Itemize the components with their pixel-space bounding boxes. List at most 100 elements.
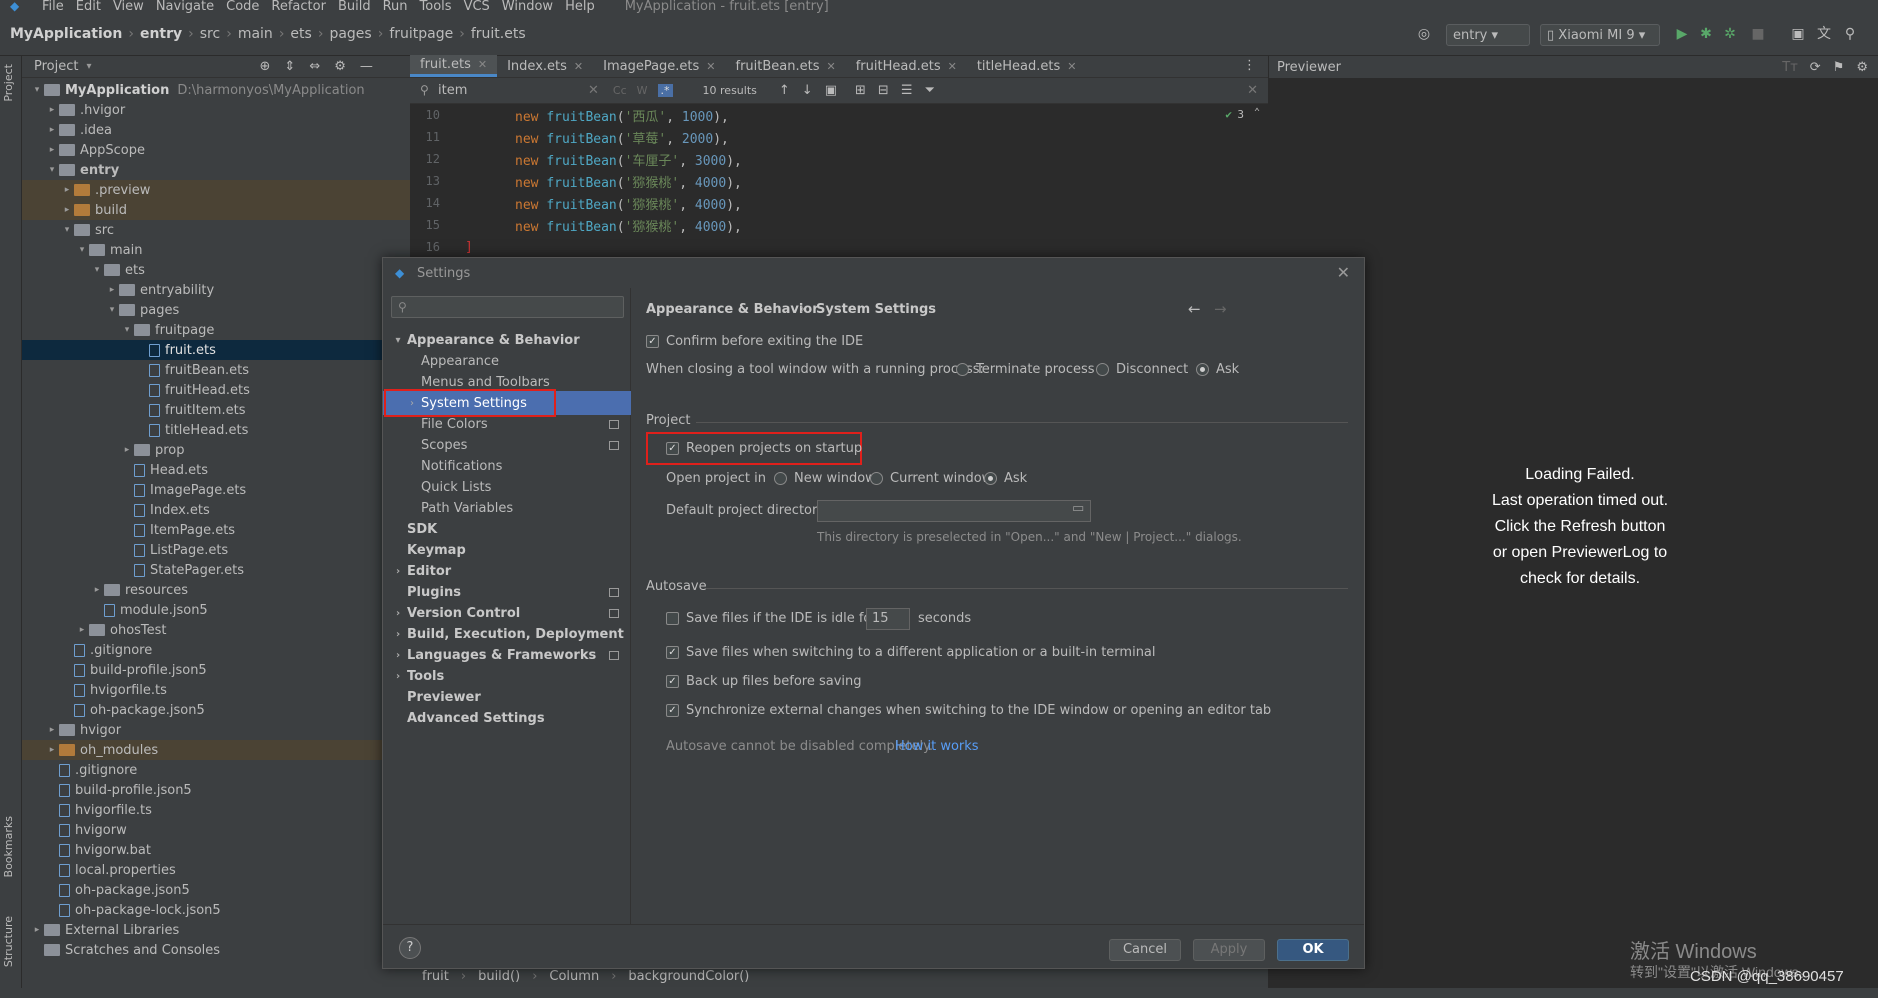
chevron-down-icon[interactable]: ▾	[45, 165, 59, 175]
tree-item[interactable]: ▸ resources	[22, 580, 410, 600]
breadcrumb-item[interactable]: entry	[140, 26, 182, 42]
module-selector[interactable]: entry ▾	[1446, 24, 1530, 46]
disconnect-radio[interactable]	[1096, 363, 1109, 376]
tree-item[interactable]: ▸ AppScope	[22, 140, 410, 160]
tree-item[interactable]: ▸ .idea	[22, 120, 410, 140]
tree-item[interactable]: module.json5	[22, 600, 410, 620]
chevron-up-icon[interactable]: ⌃	[1254, 107, 1260, 118]
filter-icon[interactable]: ⏷	[924, 83, 934, 98]
menu-help[interactable]: Help	[565, 0, 595, 13]
ask-radio[interactable]	[1196, 363, 1209, 376]
run-icon[interactable]: ▶	[1674, 26, 1690, 42]
close-icon[interactable]: ✕	[1337, 263, 1350, 282]
attach-debugger-icon[interactable]: ✲	[1722, 26, 1738, 42]
tree-item[interactable]: ▾ pages	[22, 300, 410, 320]
tree-item[interactable]: ▸ entryability	[22, 280, 410, 300]
tree-item[interactable]: hvigorw	[22, 820, 410, 840]
chevron-down-icon[interactable]: ▾	[75, 245, 89, 255]
close-icon[interactable]: ✕	[478, 58, 487, 71]
backup-checkbox[interactable]: ✓	[666, 675, 679, 688]
tree-item[interactable]: Head.ets	[22, 460, 410, 480]
help-button[interactable]: ?	[399, 937, 421, 959]
tree-item[interactable]: ImagePage.ets	[22, 480, 410, 500]
tree-item[interactable]: oh-package-lock.json5	[22, 900, 410, 920]
device-selector[interactable]: ▯ Xiaomi MI 9 ▾	[1540, 24, 1660, 46]
breadcrumb-item[interactable]: main	[238, 26, 273, 42]
tree-item[interactable]: ▾ ets	[22, 260, 410, 280]
menu-refactor[interactable]: Refactor	[271, 0, 326, 13]
structure-crumb[interactable]: fruit	[422, 969, 449, 984]
tree-item[interactable]: ▸ prop	[22, 440, 410, 460]
chevron-right-icon[interactable]: ▸	[30, 925, 44, 935]
menu-view[interactable]: View	[113, 0, 144, 13]
chevron-down-icon[interactable]: ▾	[86, 61, 91, 72]
chevron-right-icon[interactable]: ›	[391, 671, 405, 682]
chevron-right-icon[interactable]: ›	[391, 566, 405, 577]
new-window-radio[interactable]	[774, 472, 787, 485]
breadcrumb-item[interactable]: MyApplication	[10, 26, 122, 42]
current-window-radio[interactable]	[870, 472, 883, 485]
hide-panel-icon[interactable]: —	[360, 59, 373, 74]
code-line[interactable]: 14 new fruitBean('猕猴桃', 4000),	[410, 192, 1268, 214]
whole-words-icon[interactable]: W	[637, 84, 648, 97]
chevron-down-icon[interactable]: ▾	[60, 225, 74, 235]
chevron-right-icon[interactable]: ▸	[45, 725, 59, 735]
tree-item[interactable]: ▸ .preview	[22, 180, 410, 200]
target-icon[interactable]: ◎	[1416, 26, 1432, 42]
toggle-selection-icon[interactable]: ☰	[901, 83, 913, 98]
breadcrumb-item[interactable]: ets	[290, 26, 311, 42]
code-line[interactable]: 11 new fruitBean('草莓', 2000),	[410, 126, 1268, 148]
chevron-right-icon[interactable]: ›	[391, 650, 405, 661]
ask-open-radio[interactable]	[984, 472, 997, 485]
apply-button[interactable]: Apply	[1193, 939, 1265, 961]
default-directory-input[interactable]	[817, 500, 1091, 522]
tree-item[interactable]: fruitHead.ets	[22, 380, 410, 400]
text-size-icon[interactable]: Tт	[1782, 60, 1798, 75]
close-icon[interactable]: ✕	[1067, 60, 1076, 73]
code-editor[interactable]: 10 new fruitBean('西瓜', 1000), 11 new fruitB…	[410, 104, 1268, 258]
tree-item[interactable]: .gitignore	[22, 640, 410, 660]
project-panel-title[interactable]: Project	[34, 59, 78, 74]
expand-all-icon[interactable]: ⇕	[284, 59, 295, 74]
settings-nav-item[interactable]: Advanced Settings	[383, 706, 631, 730]
code-line[interactable]: 15 new fruitBean('猕猴桃', 4000),	[410, 214, 1268, 236]
search-icon[interactable]: ⚲	[1842, 26, 1858, 42]
chevron-right-icon[interactable]: ▸	[105, 285, 119, 295]
tree-item[interactable]: Index.ets	[22, 500, 410, 520]
breadcrumb-item[interactable]: pages	[329, 26, 371, 42]
chevron-right-icon[interactable]: ▸	[60, 205, 74, 215]
select-all-occurrences-icon[interactable]: ▣	[825, 83, 837, 98]
tree-item[interactable]: hvigorfile.ts	[22, 680, 410, 700]
tree-item[interactable]: ▾ fruitpage	[22, 320, 410, 340]
back-arrow-icon[interactable]: ←	[1188, 300, 1201, 318]
menu-file[interactable]: File	[42, 0, 64, 13]
debug-icon[interactable]: ✱	[1698, 26, 1714, 42]
close-icon[interactable]: ✕	[706, 60, 715, 73]
tree-item[interactable]: fruitBean.ets	[22, 360, 410, 380]
bookmarks-tool-tab[interactable]: Bookmarks	[2, 816, 15, 877]
menu-build[interactable]: Build	[338, 0, 371, 13]
inspector-icon[interactable]: ⚑	[1833, 60, 1845, 75]
tree-item[interactable]: ▸ .hvigor	[22, 100, 410, 120]
menu-vcs[interactable]: VCS	[464, 0, 490, 13]
previous-occurrence-icon[interactable]: ↑	[779, 83, 790, 98]
close-icon[interactable]: ✕	[574, 60, 583, 73]
breadcrumb-item[interactable]: src	[200, 26, 220, 42]
reopen-projects-checkbox[interactable]: ✓	[666, 442, 679, 455]
tab-fruitbean-ets[interactable]: fruitBean.ets ✕	[726, 55, 846, 77]
tab-imagepage-ets[interactable]: ImagePage.ets ✕	[593, 55, 725, 77]
add-cursor-icon[interactable]: ⊞	[855, 83, 866, 98]
menu-run[interactable]: Run	[383, 0, 408, 13]
tree-item[interactable]: titleHead.ets	[22, 420, 410, 440]
tree-item[interactable]: ListPage.ets	[22, 540, 410, 560]
tab-index-ets[interactable]: Index.ets ✕	[497, 55, 593, 77]
chevron-down-icon[interactable]: ▾	[105, 305, 119, 315]
menu-navigate[interactable]: Navigate	[156, 0, 214, 13]
remove-cursor-icon[interactable]: ⊟	[878, 83, 889, 98]
chevron-right-icon[interactable]: ▸	[60, 185, 74, 195]
tree-item[interactable]: ▾ entry	[22, 160, 410, 180]
menu-code[interactable]: Code	[226, 0, 259, 13]
chevron-right-icon[interactable]: ▸	[75, 625, 89, 635]
chevron-right-icon[interactable]: ▸	[90, 585, 104, 595]
clear-icon[interactable]: ✕	[588, 83, 599, 98]
